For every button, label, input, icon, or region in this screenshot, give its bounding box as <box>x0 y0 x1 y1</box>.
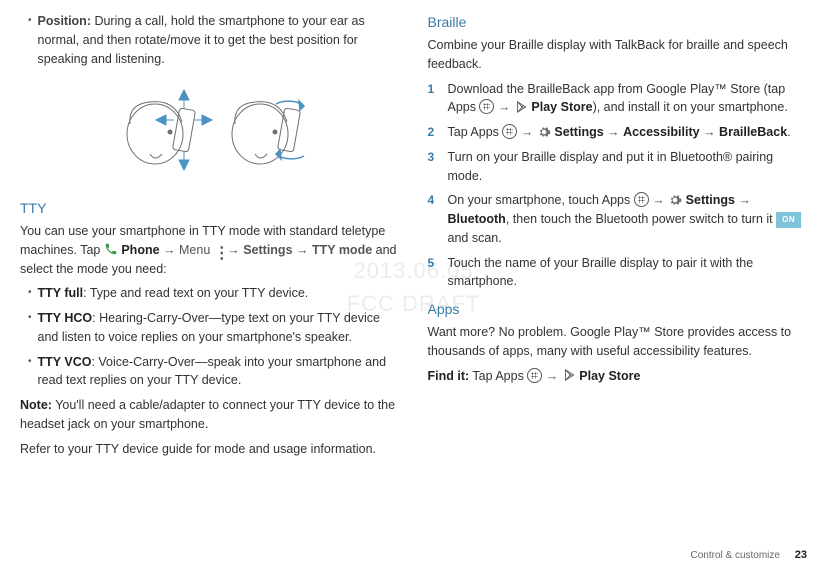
step-number: 4 <box>428 191 438 247</box>
tty-refer: Refer to your TTY device guide for mode … <box>20 440 400 459</box>
step-number: 2 <box>428 123 438 142</box>
page-footer: Control & customize 23 <box>690 547 807 564</box>
step-5: 5 Touch the name of your Braille display… <box>428 254 808 292</box>
position-label: Position: <box>38 14 91 28</box>
braille-heading: Braille <box>428 12 808 33</box>
footer-section: Control & customize <box>690 550 779 561</box>
step-4: 4 On your smartphone, touch Apps → Setti… <box>428 191 808 247</box>
apps-icon <box>527 368 542 383</box>
footer-page-number: 23 <box>795 549 807 561</box>
play-store-icon <box>562 368 576 382</box>
right-column: Braille Combine your Braille display wit… <box>428 12 808 458</box>
phone-position-illustration <box>20 74 400 190</box>
gear-icon <box>537 125 551 139</box>
tty-note: Note: You'll need a cable/adapter to con… <box>20 396 400 434</box>
on-switch-icon: ON <box>776 212 801 228</box>
find-it: Find it: Tap Apps → Play Store <box>428 367 808 386</box>
braille-intro: Combine your Braille display with TalkBa… <box>428 36 808 74</box>
apps-heading: Apps <box>428 299 808 320</box>
play-store-icon <box>514 100 528 114</box>
apps-icon <box>479 99 494 114</box>
bullet-dot-icon: • <box>28 12 32 68</box>
apps-icon <box>634 192 649 207</box>
step-number: 1 <box>428 80 438 118</box>
apps-icon <box>502 124 517 139</box>
step-number: 3 <box>428 148 438 186</box>
left-column: • Position: During a call, hold the smar… <box>20 12 400 458</box>
tty-vco-bullet: • TTY VCO: Voice-Carry-Over—speak into y… <box>20 353 400 391</box>
step-1: 1 Download the BrailleBack app from Goog… <box>428 80 808 118</box>
gear-icon <box>668 193 682 207</box>
bullet-dot-icon: • <box>28 284 32 303</box>
tty-intro: You can use your smartphone in TTY mode … <box>20 222 400 278</box>
tty-full-bullet: • TTY full: Type and read text on your T… <box>20 284 400 303</box>
position-bullet: • Position: During a call, hold the smar… <box>20 12 400 68</box>
bullet-dot-icon: • <box>28 353 32 391</box>
menu-icon <box>214 245 224 257</box>
tty-hco-bullet: • TTY HCO: Hearing-Carry-Over—type text … <box>20 309 400 347</box>
step-3: 3 Turn on your Braille display and put i… <box>428 148 808 186</box>
step-2: 2 Tap Apps → Settings → Accessibility → … <box>428 123 808 142</box>
apps-intro: Want more? No problem. Google Play™ Stor… <box>428 323 808 361</box>
bullet-dot-icon: • <box>28 309 32 347</box>
tty-heading: TTY <box>20 198 400 219</box>
step-number: 5 <box>428 254 438 292</box>
phone-icon <box>104 242 118 256</box>
